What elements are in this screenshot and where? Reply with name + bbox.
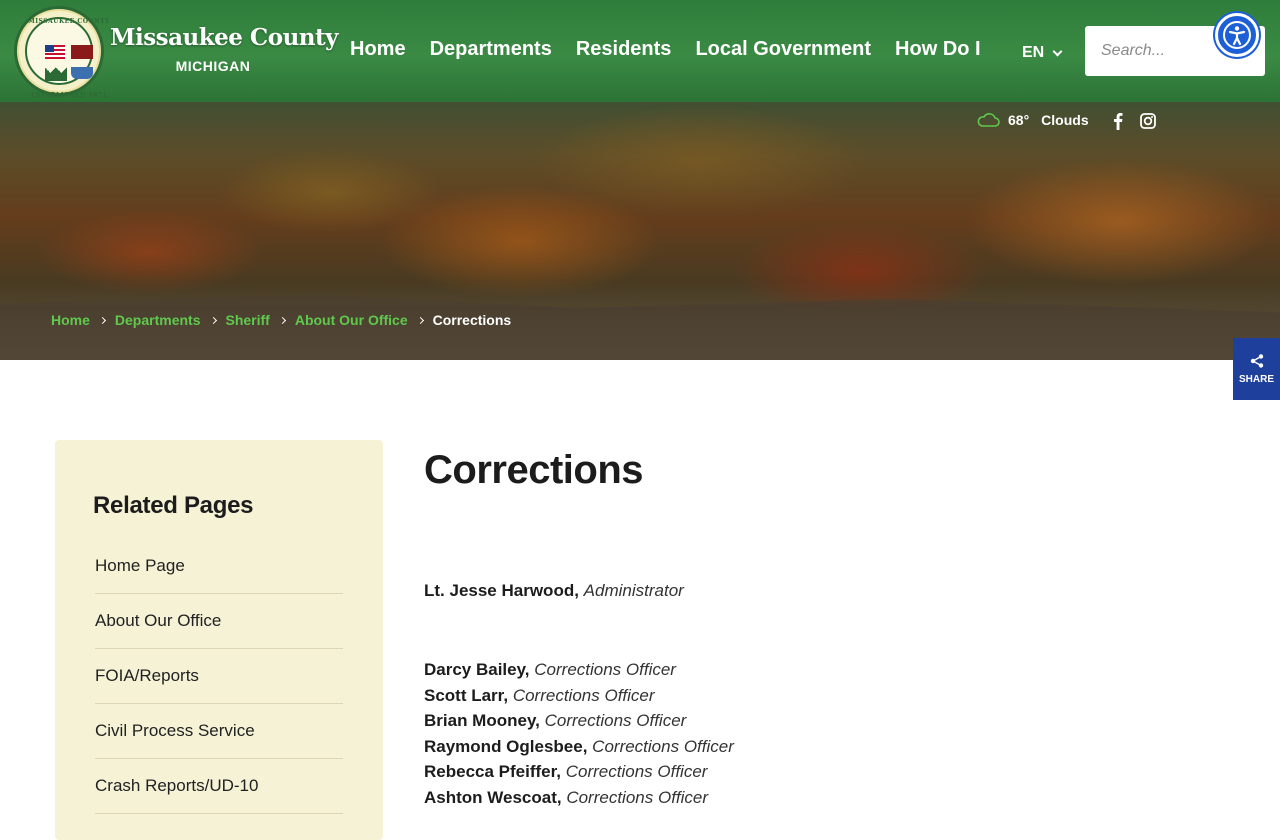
county-seal-logo[interactable]: MISSAUKEE COUNTY ESTABLISHED 1871 (14, 6, 109, 99)
sidebar-list: Home Page About Our Office FOIA/Reports … (95, 548, 343, 814)
staff-role: Administrator (583, 581, 684, 600)
main-nav: Home Departments Residents Local Governm… (350, 38, 1005, 61)
nav-item-residents[interactable]: Residents (576, 38, 672, 61)
staff-row: Scott Larr, Corrections Officer (424, 683, 734, 709)
search-input[interactable] (1101, 42, 1221, 60)
sidebar-title: Related Pages (93, 492, 254, 519)
staff-name: Darcy Bailey, (424, 660, 530, 679)
accessibility-button[interactable] (1215, 13, 1259, 57)
staff-role: Corrections Officer (592, 736, 734, 756)
language-label: EN (1022, 44, 1045, 61)
staff-list: Darcy Bailey, Corrections Officer Scott … (424, 657, 734, 810)
staff-row: Darcy Bailey, Corrections Officer (424, 657, 734, 683)
cloud-icon (977, 113, 1000, 127)
nav-item-departments[interactable]: Departments (430, 38, 552, 61)
seal-ring: MISSAUKEE COUNTY ESTABLISHED 1871 (25, 17, 109, 99)
breadcrumb-separator-icon (416, 316, 424, 324)
staff-name: Lt. Jesse Harwood, (424, 581, 579, 600)
staff-name: Brian Mooney, (424, 711, 540, 730)
social-links (1110, 112, 1156, 130)
breadcrumb-departments[interactable]: Departments (115, 312, 201, 328)
seal-text-top: MISSAUKEE COUNTY (28, 18, 110, 25)
page-title: Corrections (424, 448, 644, 492)
breadcrumb-current: Corrections (432, 312, 512, 328)
sidebar-item-crash-reports[interactable]: Crash Reports/UD-10 (95, 759, 343, 814)
staff-row: Rebecca Pfeiffer, Corrections Officer (424, 759, 734, 785)
site-state: MICHIGAN (175, 58, 251, 74)
breadcrumb-sheriff[interactable]: Sheriff (226, 312, 270, 328)
breadcrumb-home[interactable]: Home (51, 312, 90, 328)
staff-row: Ashton Wescoat, Corrections Officer (424, 785, 734, 811)
share-button[interactable]: SHARE (1233, 338, 1280, 400)
sidebar-item-about-our-office[interactable]: About Our Office (95, 594, 343, 649)
sidebar-item-foia-reports[interactable]: FOIA/Reports (95, 649, 343, 704)
seal-text-bottom: ESTABLISHED 1871 (30, 92, 108, 99)
sidebar-item-home-page[interactable]: Home Page (95, 548, 343, 594)
chevron-down-icon (1052, 46, 1063, 56)
boat-icon (71, 67, 93, 79)
trees-icon (45, 65, 67, 81)
weather-widget: 68° Clouds (976, 112, 1089, 128)
administrator-entry: Lt. Jesse Harwood, Administrator (424, 581, 684, 601)
staff-row: Raymond Oglesbee, Corrections Officer (424, 734, 734, 760)
site-name[interactable]: Missaukee County (110, 24, 339, 51)
staff-name: Rebecca Pfeiffer, (424, 762, 562, 781)
nav-item-local-government[interactable]: Local Government (695, 38, 871, 61)
share-label: SHARE (1238, 373, 1274, 385)
weather-temp: 68° (1008, 112, 1030, 128)
staff-name: Ashton Wescoat, (424, 787, 562, 807)
breadcrumb-separator-icon (98, 316, 106, 324)
staff-row: Brian Mooney, Corrections Officer (424, 708, 734, 734)
breadcrumb-about-our-office[interactable]: About Our Office (295, 312, 408, 328)
related-pages-sidebar: Related Pages Home Page About Our Office… (55, 440, 383, 840)
staff-role: Corrections Officer (566, 787, 709, 807)
breadcrumb-separator-icon (209, 316, 217, 324)
sidebar-item-civil-process-service[interactable]: Civil Process Service (95, 704, 343, 759)
site-header: MISSAUKEE COUNTY ESTABLISHED 1871 Missau… (0, 0, 1280, 102)
nav-item-how-do-i[interactable]: How Do I (895, 38, 981, 61)
staff-name: Raymond Oglesbee, (424, 736, 588, 756)
share-icon (1250, 353, 1263, 368)
breadcrumb: Home Departments Sheriff About Our Offic… (51, 312, 511, 328)
instagram-icon[interactable] (1140, 112, 1156, 130)
staff-name: Scott Larr, (424, 685, 509, 705)
staff-role: Corrections Officer (565, 762, 708, 781)
accessibility-icon (1223, 21, 1251, 49)
barn-icon (71, 45, 93, 59)
weather-condition: Clouds (1041, 112, 1089, 128)
flag-icon (45, 45, 65, 59)
staff-role: Corrections Officer (534, 660, 676, 679)
staff-role: Corrections Officer (512, 685, 655, 705)
nav-item-home[interactable]: Home (350, 38, 406, 61)
main-content: Corrections Lt. Jesse Harwood, Administr… (424, 448, 1204, 807)
language-selector[interactable]: EN (1022, 44, 1063, 62)
breadcrumb-separator-icon (278, 316, 286, 324)
staff-role: Corrections Officer (544, 711, 687, 730)
facebook-icon[interactable] (1110, 112, 1126, 130)
